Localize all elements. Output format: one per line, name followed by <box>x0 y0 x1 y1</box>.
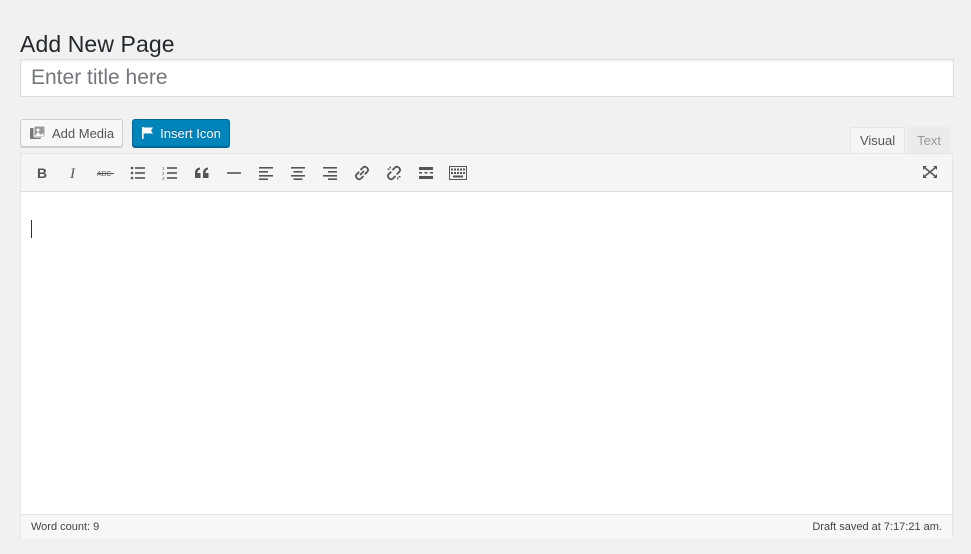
align-center-button[interactable] <box>282 158 314 188</box>
remove-link-button[interactable] <box>378 158 410 188</box>
read-more-icon <box>419 166 433 179</box>
toolbar-toggle-button[interactable] <box>442 158 474 188</box>
bullet-list-button[interactable] <box>122 158 154 188</box>
italic-button[interactable]: I <box>58 158 90 188</box>
title-input[interactable] <box>21 60 953 96</box>
align-right-button[interactable] <box>314 158 346 188</box>
add-media-button[interactable]: Add Media <box>20 119 124 147</box>
horizontal-rule-icon <box>227 171 241 174</box>
blockquote-icon <box>195 167 209 178</box>
insert-icon-label: Insert Icon <box>160 125 221 141</box>
editor-content[interactable] <box>21 192 952 514</box>
svg-text:I: I <box>69 166 76 180</box>
numbered-list-icon: 1 2 3 <box>162 166 177 180</box>
editor-toolbar: B I ABC 1 2 3 <box>21 154 952 192</box>
editor-tabs: Visual Text <box>849 127 951 153</box>
align-center-icon <box>291 166 305 180</box>
strikethrough-icon: ABC <box>97 171 114 178</box>
insert-link-button[interactable] <box>346 158 378 188</box>
bold-icon: B <box>37 166 47 180</box>
bold-button[interactable]: B <box>26 158 58 188</box>
svg-text:ABC: ABC <box>97 171 111 178</box>
fullscreen-icon <box>923 166 937 178</box>
unlink-icon <box>387 165 401 180</box>
media-buttons: Add Media Insert Icon <box>20 119 230 147</box>
numbered-list-button[interactable]: 1 2 3 <box>154 158 186 188</box>
page-title: Add New Page <box>20 31 175 58</box>
italic-icon: I <box>69 166 76 180</box>
flag-icon <box>141 126 155 140</box>
tab-text[interactable]: Text <box>907 127 951 153</box>
blockquote-button[interactable] <box>186 158 218 188</box>
draft-saved-status: Draft saved at 7:17:21 am. <box>812 521 942 533</box>
horizontal-rule-button[interactable] <box>218 158 250 188</box>
align-left-icon <box>259 166 273 180</box>
add-media-label: Add Media <box>52 125 115 141</box>
bullet-list-icon <box>130 166 145 179</box>
tab-visual[interactable]: Visual <box>849 127 906 153</box>
link-icon <box>355 165 369 180</box>
fullscreen-button[interactable] <box>914 157 946 187</box>
word-count: Word count: 9 <box>31 521 100 533</box>
media-icon <box>29 125 47 141</box>
svg-text:B: B <box>37 166 47 180</box>
editor: B I ABC 1 2 3 Word count: 9 Draft saved … <box>20 153 953 539</box>
insert-icon-button[interactable]: Insert Icon <box>132 119 230 147</box>
keyboard-icon <box>449 165 467 180</box>
editor-statusbar: Word count: 9 Draft saved at 7:17:21 am. <box>21 514 952 539</box>
strikethrough-button[interactable]: ABC <box>90 158 122 188</box>
text-caret <box>31 220 32 238</box>
align-right-icon <box>323 166 337 180</box>
align-left-button[interactable] <box>250 158 282 188</box>
title-field-wrapper <box>20 59 954 97</box>
read-more-button[interactable] <box>410 158 442 188</box>
svg-text:3: 3 <box>162 176 165 180</box>
